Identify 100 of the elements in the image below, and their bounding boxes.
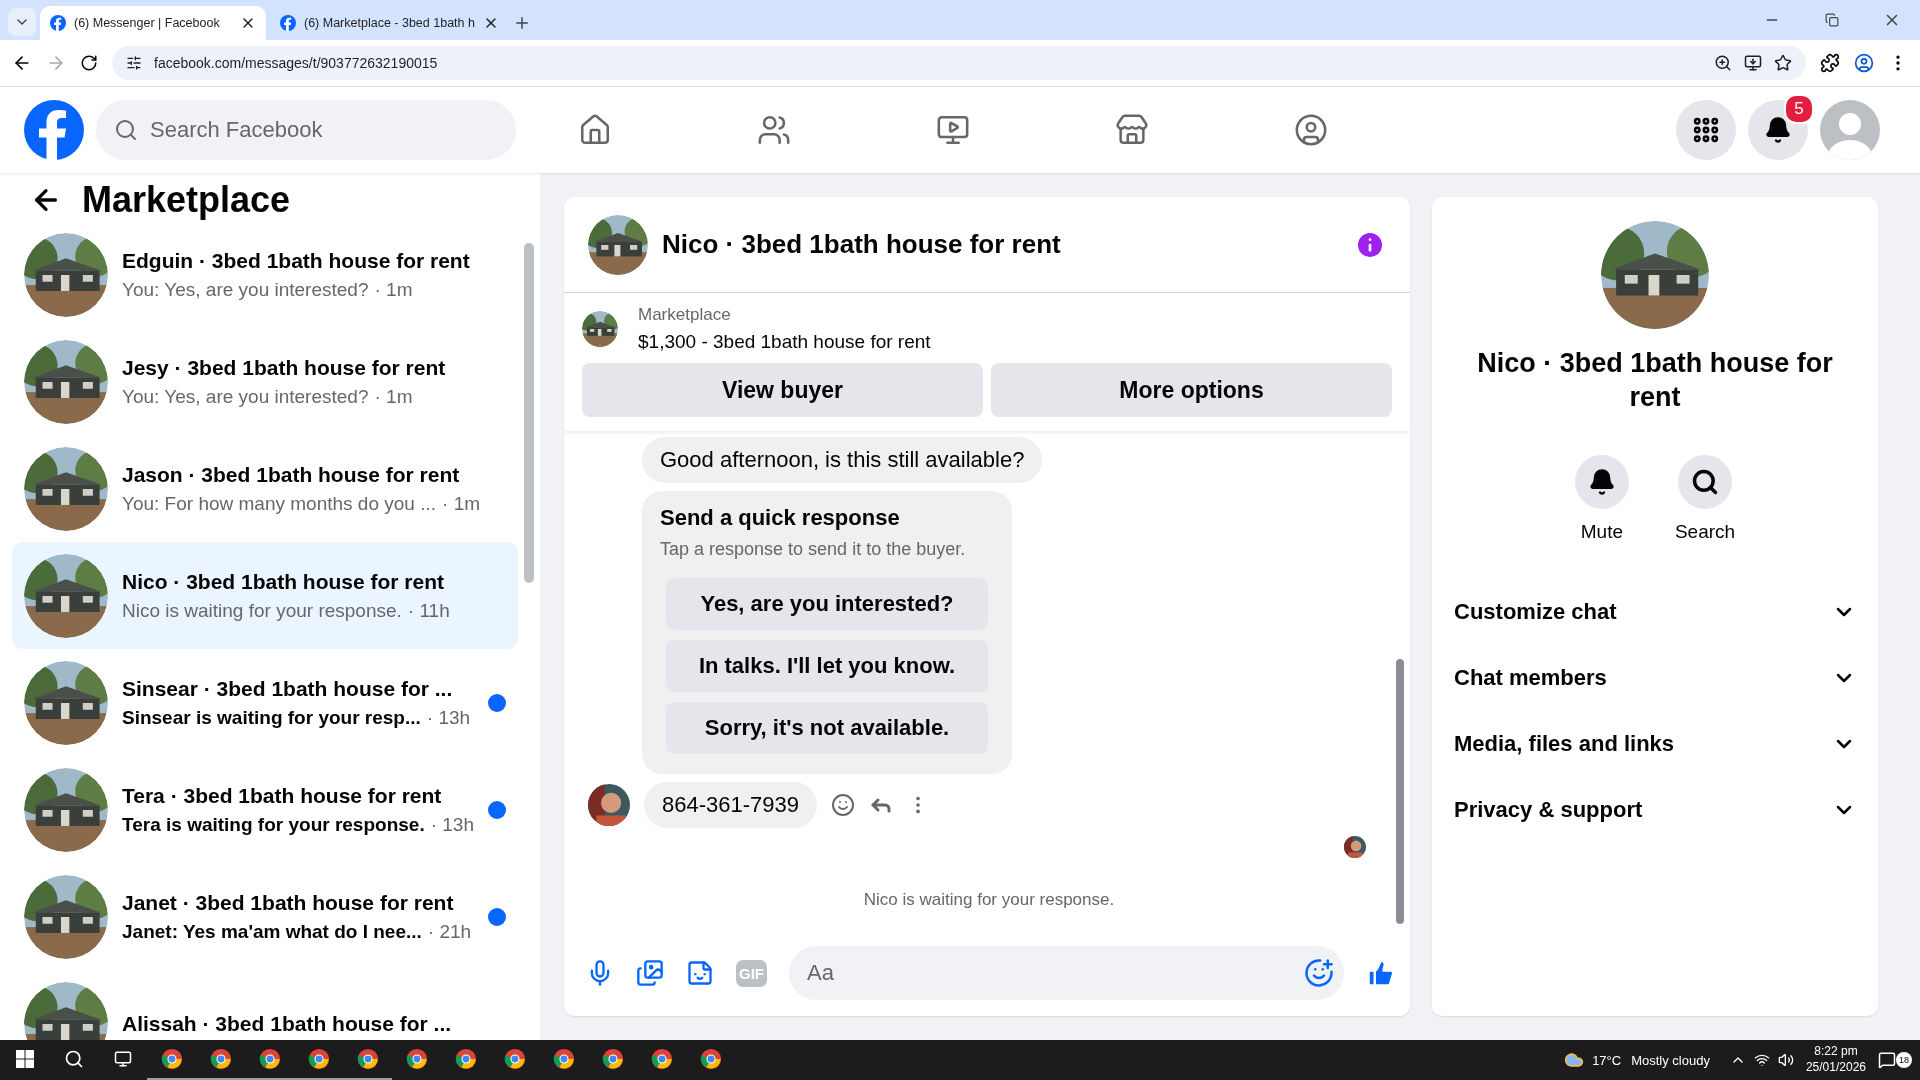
volume-icon[interactable]: [1777, 1052, 1794, 1068]
temperature: 17°C: [1592, 1052, 1622, 1068]
install-icon[interactable]: [1744, 54, 1762, 72]
quick-response-title: Send a quick response: [660, 505, 901, 531]
quick-response-hint: Tap a response to send it to the buyer.: [660, 539, 967, 560]
browser-icon[interactable]: [258, 1048, 281, 1070]
message-time: · 21h: [427, 920, 472, 943]
windows-logo-icon[interactable]: [15, 1050, 34, 1068]
message-preview: You: For how many months do you ...: [122, 492, 437, 515]
menu-button[interactable]: [1676, 100, 1736, 160]
user-circle-icon[interactable]: [1293, 113, 1328, 147]
conversation-name: Jason · 3bed 1bath house for rent: [122, 462, 461, 487]
section-header[interactable]: Chat members: [1440, 644, 1870, 711]
quick-response-button[interactable]: In talks. I'll let you know.: [666, 640, 988, 692]
action-button[interactable]: [1678, 454, 1732, 509]
listing-title: $1,300 - 3bed 1bath house for rent: [638, 331, 931, 353]
store-icon[interactable]: [1114, 113, 1149, 147]
message-preview: You: Yes, are you interested?: [122, 278, 369, 301]
conversation-item[interactable]: Sinsear · 3bed 1bath house for ... Sinsear is waiting for your resp... · 13h: [12, 649, 518, 756]
bell-icon: [1587, 467, 1616, 496]
conversation-item[interactable]: Jesy · 3bed 1bath house for rent You: Yes, are you interested? · 1m: [12, 328, 518, 435]
reload-icon[interactable]: [80, 54, 98, 72]
message-time: · 1m: [374, 278, 413, 301]
browser-icon[interactable]: [454, 1048, 477, 1070]
conversation-name: Edguin · 3bed 1bath house for rent: [122, 248, 471, 273]
facebook-logo[interactable]: [280, 15, 296, 31]
clock-time: 8:22 pm: [1814, 1044, 1858, 1060]
search-placeholder: Search Facebook: [150, 117, 323, 143]
input-placeholder: Aa: [807, 960, 835, 986]
image-icon[interactable]: [636, 959, 664, 987]
browser-tab[interactable]: (6) Marketplace - 3bed 1bath h: [270, 6, 509, 40]
browser-icon[interactable]: [699, 1048, 722, 1070]
conversation-name: Janet · 3bed 1bath house for rent: [122, 890, 455, 915]
browser-icon[interactable]: [405, 1048, 428, 1070]
tab-title: (6) Marketplace - 3bed 1bath h: [304, 16, 475, 30]
video-icon[interactable]: [935, 113, 970, 147]
conversation-name: Jesy · 3bed 1bath house for rent: [122, 355, 447, 380]
browser-icon[interactable]: [601, 1048, 624, 1070]
message-input[interactable]: Aa: [789, 946, 1344, 1000]
search-icon[interactable]: [63, 1049, 84, 1069]
browser-tab[interactable]: (6) Messenger | Facebook: [40, 6, 266, 40]
facebook-logo[interactable]: [24, 100, 84, 160]
browser-icon[interactable]: [552, 1048, 575, 1070]
conversation-item[interactable]: Edguin · 3bed 1bath house for rent You: Yes, are you interested? · 1m: [12, 221, 518, 328]
message-preview: Nico is waiting for your response.: [122, 599, 402, 622]
browser-icon[interactable]: [356, 1048, 379, 1070]
search-icon: [114, 118, 138, 142]
conversation-item[interactable]: Jason · 3bed 1bath house for rent You: For how many months do you ... · 1m: [12, 435, 518, 542]
section-header[interactable]: Media, files and links: [1440, 710, 1870, 777]
sticker-icon[interactable]: [686, 959, 714, 987]
message-time: · 1m: [442, 492, 481, 515]
action-button[interactable]: View buyer: [582, 363, 983, 417]
notification-badge: 5: [1784, 94, 1814, 124]
scrollbar-thumb[interactable]: [524, 243, 534, 583]
grid-icon: [1691, 115, 1721, 145]
quick-response-button[interactable]: Yes, are you interested?: [666, 578, 988, 630]
people-icon[interactable]: [756, 113, 791, 147]
profile-icon[interactable]: [1854, 53, 1874, 73]
page-title: Marketplace: [82, 179, 291, 221]
url-text: facebook.com/messages/t/903772632190015: [154, 55, 438, 71]
action-label: Mute: [1580, 520, 1623, 543]
message-time: · 13h: [426, 706, 471, 729]
clock-date: 25/01/2026: [1805, 1060, 1866, 1076]
browser-icon[interactable]: [650, 1048, 673, 1070]
message-time: · 1m: [374, 385, 413, 408]
restore-icon[interactable]: [1825, 13, 1839, 27]
bookmark-icon[interactable]: [1774, 54, 1792, 72]
browser-icon[interactable]: [503, 1048, 526, 1070]
address-bar[interactable]: facebook.com/messages/t/903772632190015: [112, 46, 1806, 80]
react-icon[interactable]: [831, 793, 855, 817]
message-time: · 13h: [430, 813, 474, 836]
browser-icon[interactable]: [307, 1048, 330, 1070]
browser-icon[interactable]: [160, 1048, 183, 1070]
scrollbar-thumb[interactable]: [1396, 659, 1404, 924]
search-field[interactable]: Search Facebook: [96, 100, 516, 160]
conversation-item[interactable]: Tera · 3bed 1bath house for rent Tera is waiting for your response. · 13h: [12, 756, 518, 863]
task-view-icon[interactable]: [113, 1050, 132, 1068]
conversation-item[interactable]: Nico · 3bed 1bath house for rent Nico is waiting for your response. · 11h: [12, 542, 518, 649]
emoji-icon[interactable]: [1304, 958, 1334, 988]
conversation-item[interactable]: Janet · 3bed 1bath house for rent Janet: Yes ma'am what do I nee... · 21h: [12, 863, 518, 970]
action-label: Search: [1674, 520, 1736, 543]
network-icon[interactable]: [1753, 1052, 1770, 1068]
notifications-icon[interactable]: [1878, 1051, 1896, 1069]
message-preview: Janet: Yes ma'am what do I nee...: [122, 920, 422, 943]
section-header[interactable]: Customize chat: [1440, 578, 1870, 645]
message-bubble: 864-361-7939: [644, 782, 817, 828]
extensions-icon[interactable]: [1820, 53, 1840, 73]
notification-count: 18: [1896, 1052, 1912, 1068]
contact-name: Nico · 3bed 1bath house for rent: [1476, 347, 1834, 414]
zoom-icon[interactable]: [1714, 54, 1732, 72]
weather-icon[interactable]: [1564, 1050, 1585, 1070]
action-button[interactable]: More options: [991, 363, 1392, 417]
quick-response-button[interactable]: Sorry, it's not available.: [666, 702, 988, 754]
message-preview: Sinsear is waiting for your resp...: [122, 706, 421, 729]
section-header[interactable]: Privacy & support: [1440, 776, 1870, 843]
facebook-logo[interactable]: [50, 15, 66, 31]
message-preview: Tera is waiting for your response.: [122, 813, 425, 836]
browser-icon[interactable]: [209, 1048, 232, 1070]
status-text: Nico is waiting for your response.: [863, 890, 1115, 910]
site-settings-icon[interactable]: [126, 55, 142, 71]
